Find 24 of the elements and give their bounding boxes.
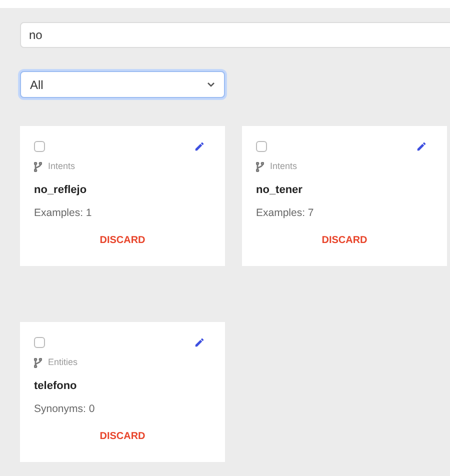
card-title: no_reflejo (34, 182, 88, 198)
checkbox[interactable] (34, 141, 45, 152)
category-label: Intents (48, 160, 76, 173)
pencil-icon[interactable] (416, 141, 427, 152)
card-title: telefono (34, 378, 78, 394)
checkbox[interactable] (256, 141, 267, 152)
count-text: Examples: 7 (256, 206, 315, 221)
pencil-icon[interactable] (194, 337, 205, 348)
category-label: Intents (270, 160, 298, 173)
search-field[interactable]: no (20, 22, 450, 48)
chevron-down-icon (207, 82, 215, 87)
discard-button[interactable]: DISCARD (100, 232, 146, 248)
card-title: no_tener (256, 182, 304, 198)
discard-button[interactable]: DISCARD (322, 232, 368, 248)
pencil-icon[interactable] (194, 141, 205, 152)
category-label: Entities (48, 356, 78, 369)
branch-icon (256, 162, 264, 172)
branch-icon (34, 358, 42, 368)
count-text: Synonyms: 0 (34, 402, 96, 417)
checkbox[interactable] (34, 337, 45, 348)
discard-button[interactable]: DISCARD (100, 428, 146, 444)
count-text: Examples: 1 (34, 206, 93, 221)
filter-dropdown[interactable]: All (20, 71, 225, 98)
branch-icon (34, 162, 42, 172)
